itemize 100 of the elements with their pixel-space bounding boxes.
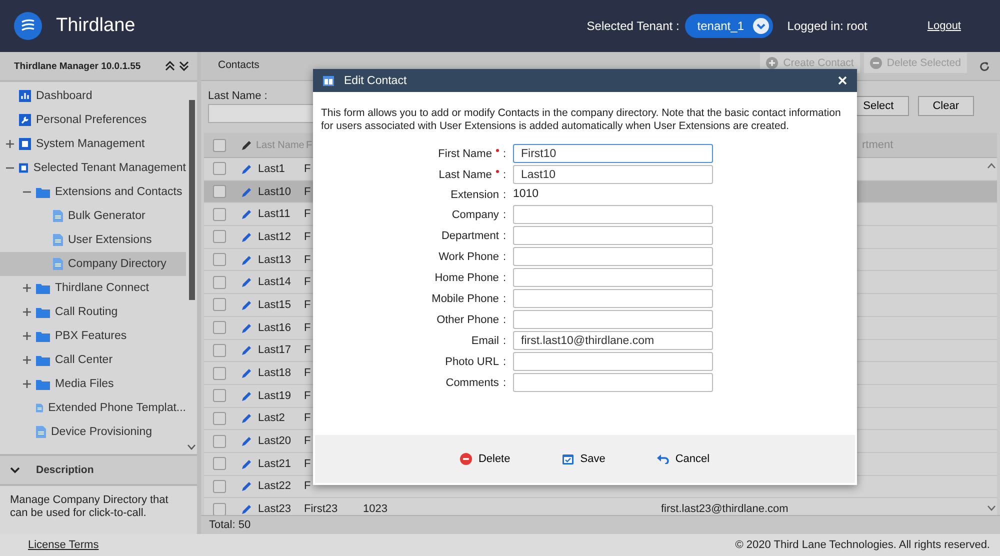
collapse-all-icon[interactable] [165, 61, 175, 71]
edit-icon[interactable] [241, 458, 253, 470]
table-cell: Last1 [258, 162, 285, 175]
tree-item[interactable]: Bulk Generator [0, 204, 186, 228]
tree-item[interactable]: System Management [36, 138, 145, 150]
edit-icon[interactable] [241, 186, 253, 198]
table-cell: Last16 [258, 322, 292, 334]
table-cell: Last20 [258, 435, 292, 448]
input-field[interactable]: Last10 [513, 165, 713, 184]
table-cell: F [304, 390, 311, 402]
tree-item[interactable]: Thirdlane Connect [55, 282, 149, 294]
document-icon [53, 234, 63, 246]
table-cell: F [304, 276, 311, 288]
edit-icon[interactable] [241, 390, 253, 402]
table-row[interactable]: Last23 First23 1023 first.last23@thirdlane.com [204, 498, 997, 515]
chevron-down-icon[interactable] [10, 466, 20, 474]
label-colon: : [502, 314, 506, 326]
checkbox[interactable] [213, 434, 226, 448]
license-link[interactable]: License Terms [28, 539, 99, 551]
edit-icon[interactable] [241, 344, 253, 356]
checkbox[interactable] [213, 253, 226, 266]
tree-item[interactable]: User Extensions [0, 228, 186, 252]
checkbox[interactable] [213, 412, 226, 425]
chart-icon [19, 90, 31, 102]
checkbox[interactable] [213, 344, 226, 357]
label-colon: : [502, 334, 506, 346]
edit-icon[interactable] [241, 435, 253, 448]
expand-icon[interactable] [23, 284, 31, 292]
tree-item[interactable]: Device Provisioning [0, 420, 186, 444]
edit-icon[interactable] [241, 254, 253, 266]
expand-icon[interactable] [23, 332, 31, 340]
tree-item[interactable]: PBX Features [55, 330, 127, 342]
checkbox[interactable] [213, 185, 226, 198]
input-field[interactable] [513, 289, 713, 308]
input-field[interactable] [513, 373, 713, 392]
input-field[interactable]: first.last10@thirdlane.com [513, 331, 713, 350]
checkbox[interactable] [213, 276, 226, 289]
scroll-down-icon[interactable] [187, 444, 196, 450]
close-icon[interactable] [838, 76, 847, 85]
checkbox[interactable] [213, 502, 226, 515]
checkbox[interactable] [213, 321, 226, 334]
input-field[interactable] [513, 268, 713, 287]
refresh-icon[interactable] [979, 60, 990, 72]
cancel-button[interactable]: Cancel [651, 453, 716, 465]
tree-item[interactable]: Call Routing [55, 306, 118, 318]
table-cell: First23 [304, 503, 338, 515]
edit-icon[interactable] [241, 162, 253, 175]
expand-icon[interactable] [23, 356, 31, 364]
expand-all-icon[interactable] [179, 61, 189, 71]
checkbox[interactable] [213, 208, 226, 221]
edit-icon[interactable] [241, 208, 253, 220]
checkbox[interactable] [213, 138, 226, 152]
checkbox[interactable] [213, 389, 226, 402]
logged-in-user: Logged in: root [787, 19, 868, 33]
tree-item[interactable]: Call Center [55, 354, 113, 366]
tree-item[interactable]: Dashboard [36, 90, 92, 102]
panel-icon [19, 138, 31, 150]
tree-item[interactable]: Selected Tenant Management [33, 162, 186, 174]
checkbox[interactable] [213, 457, 226, 470]
edit-icon[interactable] [241, 367, 253, 380]
tree-item[interactable]: Company Directory [0, 252, 186, 276]
scroll-up-icon[interactable] [986, 163, 996, 169]
tree-item[interactable]: Extensions and Contacts [55, 186, 182, 198]
tree-item[interactable]: Personal Preferences [36, 114, 147, 126]
chevron-down-icon[interactable] [753, 18, 770, 34]
edit-icon[interactable] [241, 322, 253, 334]
input-field[interactable] [513, 247, 713, 266]
checkbox[interactable] [213, 480, 226, 493]
edit-icon[interactable] [241, 276, 253, 288]
scroll-down-icon[interactable] [986, 505, 996, 511]
scrollbar-thumb[interactable] [188, 100, 194, 300]
table-cell: F [304, 186, 311, 198]
checkbox[interactable] [213, 230, 226, 244]
input-field[interactable] [513, 226, 713, 245]
field-label: Extension [450, 188, 499, 200]
edit-icon[interactable] [241, 230, 253, 243]
tenant-dropdown[interactable]: tenant_1 [685, 14, 774, 38]
input-field[interactable] [513, 205, 713, 224]
input-field[interactable]: First10 [513, 144, 713, 163]
logout-link[interactable]: Logout [927, 20, 961, 32]
expand-icon[interactable] [23, 380, 31, 388]
expand-icon[interactable] [6, 140, 14, 148]
input-field[interactable] [513, 352, 713, 371]
tree-item[interactable]: Extended Phone Templat... [0, 396, 186, 420]
label-colon: : [502, 292, 506, 304]
dialog-title: Edit Contact [344, 74, 407, 86]
edit-icon[interactable] [241, 298, 253, 311]
folder-icon [36, 306, 50, 318]
logo-icon [14, 12, 42, 40]
checkbox[interactable] [213, 366, 226, 380]
edit-icon[interactable] [241, 412, 253, 424]
edit-icon[interactable] [241, 480, 253, 492]
checkbox[interactable] [213, 298, 226, 312]
expand-icon[interactable] [23, 308, 31, 316]
input-field[interactable] [513, 310, 713, 329]
checkbox[interactable] [213, 162, 226, 176]
tree-item[interactable]: Media Files [55, 378, 114, 390]
save-button[interactable]: Save [556, 453, 612, 465]
delete-button[interactable]: Delete [454, 453, 516, 465]
clear-button[interactable]: Clear [918, 96, 974, 116]
